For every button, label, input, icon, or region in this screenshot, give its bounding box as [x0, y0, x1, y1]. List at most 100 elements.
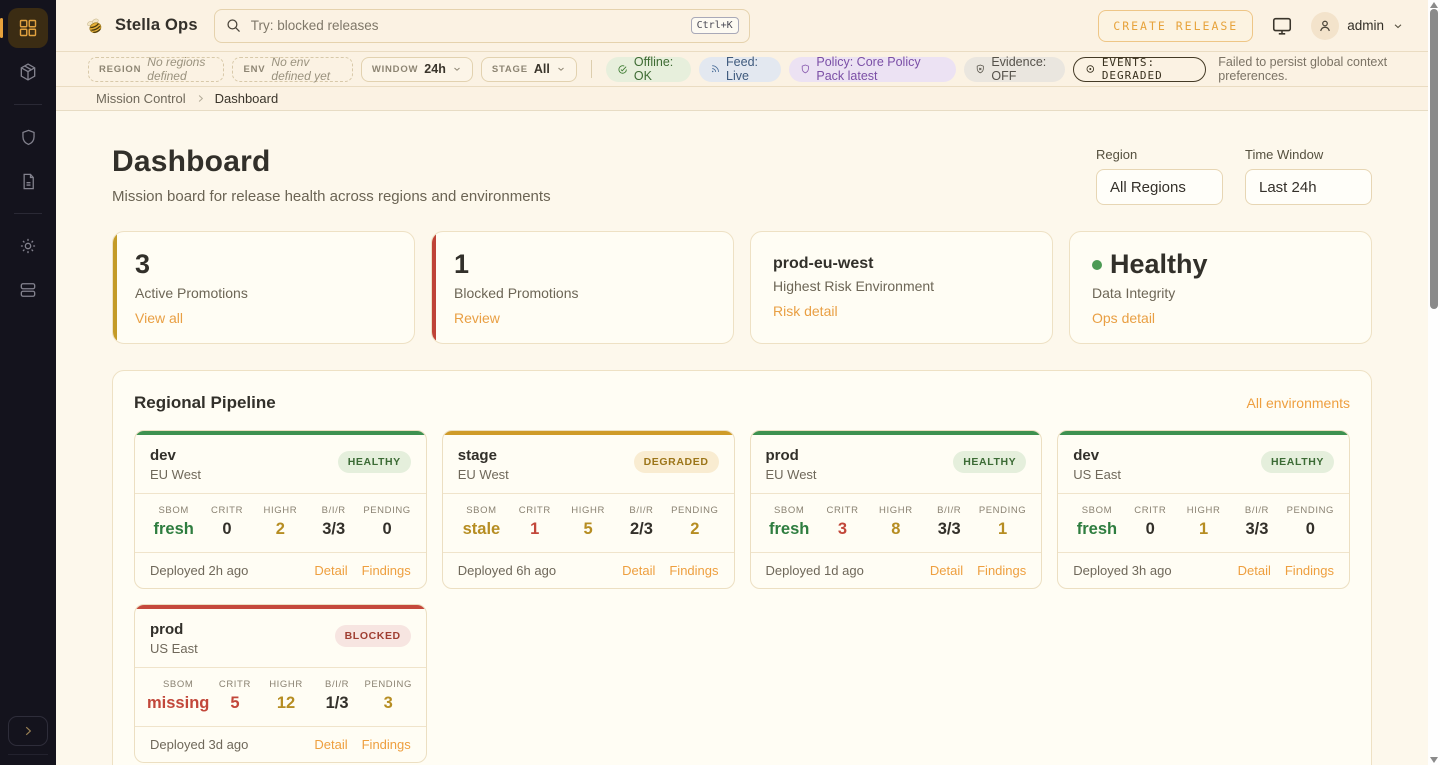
- stat-label: CRITR: [209, 679, 260, 690]
- findings-link[interactable]: Findings: [977, 563, 1026, 578]
- highr-value: 1: [1177, 520, 1230, 539]
- scroll-up-arrow[interactable]: [1430, 2, 1438, 8]
- top-bar: Stella Ops Ctrl+K CREATE RELEASE admin: [56, 0, 1428, 52]
- view-all-link[interactable]: View all: [135, 310, 183, 326]
- policy-shield-icon: [800, 62, 811, 76]
- stat-label: CRITR: [200, 505, 253, 516]
- global-search[interactable]: Ctrl+K: [214, 9, 750, 43]
- detail-link[interactable]: Detail: [314, 737, 347, 752]
- events-status-label: EVENTS: DEGRADED: [1102, 56, 1194, 82]
- feed-status-label: Feed: Live: [726, 55, 770, 83]
- env-filter-value: No env defined yet: [271, 55, 341, 83]
- chevron-right-icon: [21, 724, 35, 738]
- highr-value: 12: [260, 694, 311, 713]
- pipeline-card-dev-us-east: dev US East HEALTHY SBOMfresh CRITR0 HIG…: [1057, 430, 1350, 589]
- policy-status-label: Policy: Core Policy Pack latest: [816, 55, 944, 83]
- search-input[interactable]: [251, 18, 682, 33]
- page-scrollbar[interactable]: [1428, 0, 1440, 765]
- all-environments-link[interactable]: All environments: [1247, 395, 1351, 411]
- events-status-chip[interactable]: EVENTS: DEGRADED: [1073, 57, 1206, 82]
- shield-icon: [19, 128, 38, 147]
- env-filter-chip[interactable]: ENV No env defined yet: [232, 57, 352, 82]
- create-release-button[interactable]: CREATE RELEASE: [1098, 10, 1253, 42]
- active-indicator: [0, 18, 3, 38]
- findings-link[interactable]: Findings: [362, 563, 411, 578]
- findings-link[interactable]: Findings: [669, 563, 718, 578]
- highr-value: 2: [254, 520, 307, 539]
- pipeline-card-dev-eu-west: dev EU West HEALTHY SBOMfresh CRITR0 HIG…: [134, 430, 427, 589]
- evidence-status-label: Evidence: OFF: [991, 55, 1054, 83]
- sidebar-item-security[interactable]: [8, 117, 48, 157]
- stat-label: SBOM: [1070, 505, 1123, 516]
- sidebar-item-dashboard[interactable]: [8, 8, 48, 48]
- sbom-value: fresh: [763, 520, 816, 539]
- critr-value: 1: [508, 520, 561, 539]
- window-filter-value: 24h: [424, 62, 446, 76]
- sidebar-expand-button[interactable]: [8, 716, 48, 746]
- offline-status-chip[interactable]: Offline: OK: [606, 57, 691, 82]
- findings-link[interactable]: Findings: [362, 737, 411, 752]
- breadcrumb-mission-control[interactable]: Mission Control: [96, 91, 186, 106]
- stat-label: PENDING: [1284, 505, 1337, 516]
- scrollbar-thumb[interactable]: [1430, 9, 1438, 309]
- package-icon: [18, 62, 38, 82]
- username-label: admin: [1347, 18, 1384, 33]
- data-integrity-card: Healthy Data Integrity Ops detail: [1069, 231, 1372, 344]
- section-title: Regional Pipeline: [134, 393, 276, 413]
- window-filter-chip[interactable]: WINDOW 24h: [361, 57, 473, 82]
- detail-link[interactable]: Detail: [622, 563, 655, 578]
- pending-value: 0: [360, 520, 413, 539]
- stat-label: HIGHR: [254, 505, 307, 516]
- user-menu[interactable]: admin: [1311, 12, 1404, 40]
- review-link[interactable]: Review: [454, 310, 500, 326]
- bir-value: 3/3: [1230, 520, 1283, 539]
- deployed-timestamp: Deployed 3h ago: [1073, 563, 1171, 578]
- region-select[interactable]: All Regions: [1096, 169, 1223, 205]
- keyboard-shortcut-badge: Ctrl+K: [691, 17, 739, 34]
- stat-label: CRITR: [1124, 505, 1177, 516]
- page-subtitle: Mission board for release health across …: [112, 188, 551, 205]
- feed-status-chip[interactable]: Feed: Live: [699, 57, 781, 82]
- page-title: Dashboard: [112, 145, 551, 179]
- sidebar-item-releases[interactable]: [8, 52, 48, 92]
- environment-name: prod: [150, 621, 198, 638]
- findings-link[interactable]: Findings: [1285, 563, 1334, 578]
- sbom-value: fresh: [1070, 520, 1123, 539]
- card-label: Highest Risk Environment: [773, 278, 1030, 294]
- region-filter-label: REGION: [99, 64, 141, 75]
- stat-label: PENDING: [668, 505, 721, 516]
- context-error-message: Failed to persist global context prefere…: [1218, 55, 1404, 83]
- stat-label: PENDING: [360, 505, 413, 516]
- time-window-select-label: Time Window: [1245, 147, 1372, 162]
- chevron-down-icon: [1392, 20, 1404, 32]
- detail-link[interactable]: Detail: [1238, 563, 1271, 578]
- chevron-down-icon: [452, 64, 462, 74]
- time-window-select[interactable]: Last 24h: [1245, 169, 1372, 205]
- risk-detail-link[interactable]: Risk detail: [773, 303, 838, 319]
- policy-status-chip[interactable]: Policy: Core Policy Pack latest: [789, 57, 956, 82]
- critr-value: 3: [816, 520, 869, 539]
- sidebar-divider: [14, 104, 42, 105]
- brand: Stella Ops: [84, 15, 198, 37]
- detail-link[interactable]: Detail: [314, 563, 347, 578]
- critr-value: 0: [1124, 520, 1177, 539]
- display-mode-button[interactable]: [1271, 15, 1293, 37]
- detail-link[interactable]: Detail: [930, 563, 963, 578]
- breadcrumb-dashboard: Dashboard: [215, 91, 279, 106]
- evidence-status-chip[interactable]: Evidence: OFF: [964, 57, 1065, 82]
- region-select-value: All Regions: [1110, 179, 1186, 196]
- sbom-value: fresh: [147, 520, 200, 539]
- deployed-timestamp: Deployed 2h ago: [150, 563, 248, 578]
- pipeline-grid: dev EU West HEALTHY SBOMfresh CRITR0 HIG…: [134, 430, 1350, 763]
- ops-detail-link[interactable]: Ops detail: [1092, 310, 1155, 326]
- main-content: Dashboard Mission board for release heal…: [56, 111, 1428, 765]
- status-badge: HEALTHY: [953, 451, 1026, 473]
- scroll-down-arrow[interactable]: [1430, 757, 1438, 763]
- sidebar-item-settings[interactable]: [8, 226, 48, 266]
- stat-label: B/I/R: [923, 505, 976, 516]
- region-filter-chip[interactable]: REGION No regions defined: [88, 57, 224, 82]
- sidebar-item-documents[interactable]: [8, 161, 48, 201]
- stage-filter-chip[interactable]: STAGE All: [481, 57, 577, 82]
- sidebar-item-infrastructure[interactable]: [8, 270, 48, 310]
- monitor-icon: [1271, 15, 1293, 37]
